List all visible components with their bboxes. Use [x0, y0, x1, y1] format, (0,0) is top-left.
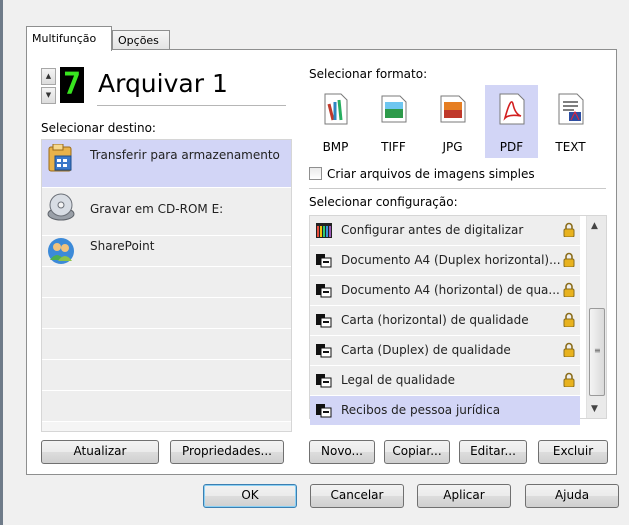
scanner-icon [316, 284, 332, 298]
configuration-list: ▲ ≡ ▼ Configurar antes de digitalizar Doc… [309, 215, 607, 425]
profile-divider [97, 105, 286, 106]
format-text[interactable]: TEXT [544, 85, 597, 158]
format-label-text: TIFF [381, 140, 406, 154]
profile-name: Arquivar 1 [98, 69, 228, 98]
pdf-format-icon [499, 93, 525, 125]
refresh-button[interactable]: Atualizar [41, 440, 159, 464]
scanner-icon [316, 404, 332, 418]
destination-empty-row [42, 391, 291, 422]
configuration-item-label: Recibos de pessoa jurídica [341, 403, 501, 417]
destination-empty-row [42, 298, 291, 329]
destination-item-label: SharePoint [90, 239, 155, 253]
scanner-icon [316, 344, 332, 358]
format-label-text: JPG [442, 140, 463, 154]
jpg-format-icon [440, 95, 466, 123]
text-format-icon [558, 93, 584, 125]
cancel-button[interactable]: Cancelar [310, 484, 404, 508]
destination-item-cdrom[interactable]: Gravar em CD-ROM E: [42, 188, 291, 236]
configuration-item-label: Carta (Duplex) de qualidade [341, 343, 511, 357]
lock-icon [563, 222, 575, 237]
scanner-icon [316, 314, 332, 328]
destination-empty-row [42, 360, 291, 391]
configuration-item-label: Legal de qualidade [341, 373, 456, 387]
format-label-text: PDF [499, 140, 524, 154]
configuration-item[interactable]: Carta (horizontal) de qualidade [310, 306, 580, 335]
scroll-up-arrow[interactable]: ▲ [591, 221, 598, 231]
window-frame [0, 0, 3, 525]
configuration-item[interactable]: Carta (Duplex) de qualidade [310, 336, 580, 365]
configuration-item-label: Documento A4 (horizontal) de qua... [341, 283, 560, 297]
color-bars-icon [316, 223, 332, 238]
format-tiff[interactable]: TIFF [367, 85, 420, 158]
format-jpg[interactable]: JPG [426, 85, 479, 158]
scanner-icon [316, 254, 332, 268]
format-selector: BMP TIFF JPG PDF TEXT [309, 85, 609, 158]
profile-number-display: 7 [60, 67, 84, 103]
new-button[interactable]: Novo... [309, 440, 375, 464]
destination-item-sharepoint[interactable]: SharePoint [42, 236, 291, 267]
tab-opcoes[interactable]: Opções [112, 30, 170, 50]
apply-button[interactable]: Aplicar [417, 484, 511, 508]
lock-icon [563, 372, 575, 387]
lock-icon [563, 312, 575, 327]
sharepoint-people-icon [48, 238, 74, 264]
configuration-item[interactable]: Documento A4 (horizontal) de qua... [310, 276, 580, 305]
configuration-item[interactable]: Recibos de pessoa jurídica [310, 396, 580, 425]
configuration-item-label: Documento A4 (Duplex horizontal)... [341, 253, 561, 267]
delete-button[interactable]: Excluir [538, 440, 608, 464]
lock-icon [563, 342, 575, 357]
bmp-format-icon [324, 93, 348, 125]
scroll-down-arrow[interactable]: ▼ [591, 404, 598, 414]
configuration-item[interactable]: Configurar antes de digitalizar [310, 216, 580, 245]
profile-spinner[interactable]: ▲ ▼ [41, 68, 56, 104]
spinner-down-button[interactable]: ▼ [41, 87, 56, 104]
checkbox-label: Criar arquivos de imagens simples [327, 167, 535, 181]
properties-button[interactable]: Propriedades... [170, 440, 284, 464]
scroll-thumb[interactable]: ≡ [589, 308, 605, 396]
format-label-text: BMP [322, 140, 349, 154]
configuration-item-label: Configurar antes de digitalizar [341, 223, 524, 237]
file-cabinet-icon [48, 144, 72, 172]
configuration-scrollbar[interactable]: ▲ ≡ ▼ [586, 216, 606, 418]
destination-item-label: Transferir para armazenamento [90, 148, 280, 162]
destination-empty-row [42, 267, 291, 298]
format-bmp[interactable]: BMP [309, 85, 362, 158]
configuration-item-label: Carta (horizontal) de qualidade [341, 313, 529, 327]
scroll-grip-icon: ≡ [594, 346, 601, 355]
destination-item-storage[interactable]: Transferir para armazenamento [42, 140, 291, 188]
help-button[interactable]: Ajuda [525, 484, 619, 508]
ok-button[interactable]: OK [203, 484, 297, 508]
destination-empty-row [42, 329, 291, 360]
tab-multifuncao[interactable]: Multifunção [26, 26, 112, 51]
copy-button[interactable]: Copiar... [384, 440, 450, 464]
divider [309, 188, 606, 189]
configuration-item[interactable]: Documento A4 (Duplex horizontal)... [310, 246, 580, 275]
tiff-format-icon [381, 95, 407, 123]
format-pdf[interactable]: PDF [485, 85, 538, 158]
cd-rom-icon [47, 193, 75, 221]
format-label-text: TEXT [555, 140, 586, 154]
tab-panel: ▲ ▼ 7 Arquivar 1 Selecionar destino: Tra… [26, 49, 617, 475]
lock-icon [563, 282, 575, 297]
destination-label: Selecionar destino: [41, 121, 156, 135]
lock-icon [563, 252, 575, 267]
single-image-checkbox[interactable]: Criar arquivos de imagens simples [309, 167, 535, 181]
checkbox-box[interactable] [309, 167, 322, 180]
configuration-item[interactable]: Legal de qualidade [310, 366, 580, 395]
format-label: Selecionar formato: [309, 67, 428, 81]
destination-item-label: Gravar em CD-ROM E: [90, 202, 224, 216]
edit-button[interactable]: Editar... [459, 440, 527, 464]
spinner-up-button[interactable]: ▲ [41, 68, 56, 85]
destination-list: Transferir para armazenamento Gravar em … [41, 139, 292, 432]
configuration-label: Selecionar configuração: [309, 195, 458, 209]
scanner-icon [316, 374, 332, 388]
